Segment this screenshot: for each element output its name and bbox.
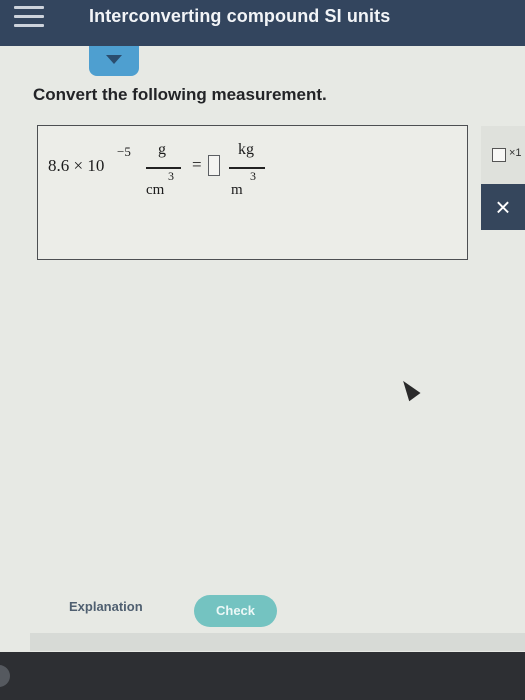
scientific-notation-button[interactable]: ×1 bbox=[490, 146, 525, 166]
check-button[interactable]: Check bbox=[194, 595, 277, 627]
equals-sign: = bbox=[192, 155, 202, 174]
hamburger-menu-icon[interactable] bbox=[14, 6, 44, 28]
mouse-pointer-icon bbox=[397, 376, 421, 402]
caret-down-icon bbox=[106, 55, 122, 64]
top-bar: Interconverting compound SI units bbox=[0, 0, 525, 46]
collapse-tab[interactable] bbox=[89, 46, 139, 76]
target-denominator: m bbox=[231, 182, 243, 198]
coefficient: 8.6 × 10 bbox=[48, 156, 105, 175]
explanation-button[interactable]: Explanation bbox=[69, 599, 143, 614]
target-fraction-bar bbox=[229, 167, 265, 169]
given-numerator: g bbox=[158, 141, 166, 158]
given-fraction-bar bbox=[146, 167, 181, 169]
given-denominator-power: 3 bbox=[168, 169, 174, 183]
given-denominator: cm bbox=[146, 182, 165, 198]
answer-input[interactable] bbox=[208, 155, 220, 176]
footer-bar bbox=[0, 652, 525, 700]
page-title: Interconverting compound SI units bbox=[89, 6, 391, 26]
target-numerator: kg bbox=[238, 141, 254, 158]
bottom-strip bbox=[30, 633, 525, 651]
target-denominator-power: 3 bbox=[250, 169, 256, 183]
exponent: −5 bbox=[117, 144, 131, 159]
clear-button[interactable]: × bbox=[481, 184, 525, 230]
question-prompt: Convert the following measurement. bbox=[33, 85, 327, 104]
checkbox-icon bbox=[492, 148, 506, 162]
x10-label: ×1 bbox=[509, 147, 522, 159]
